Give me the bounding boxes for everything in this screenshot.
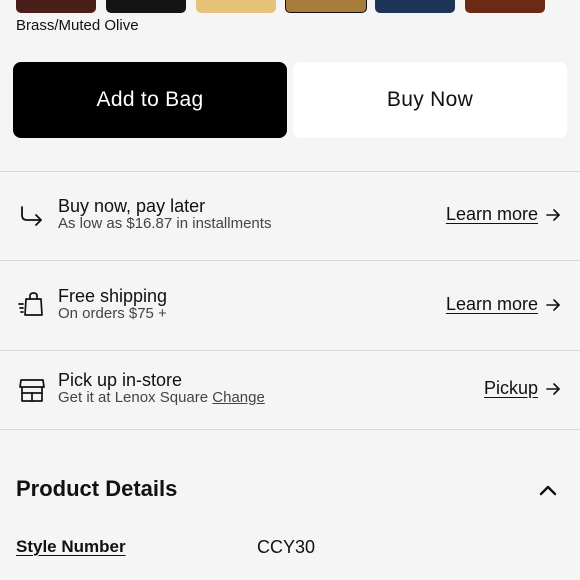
learn-more-label: Learn more [445,294,538,314]
color-swatch[interactable] [196,0,276,13]
learn-more-label: Learn more [445,204,538,224]
pickup-label: Pickup [483,378,538,398]
color-swatch-selected[interactable] [285,0,367,13]
shipping-title: Free shipping [58,286,168,306]
buy-now-button[interactable]: Buy Now [293,62,567,138]
redirect-arrow-icon [21,206,42,226]
pickup-store-text: Get it at Lenox Square [58,389,209,406]
shipping-learn-more-link[interactable]: Learn more [446,294,560,315]
divider [0,429,580,430]
divider [0,171,580,172]
shopping-bag-icon [18,292,43,316]
arrow-right-icon [546,298,560,311]
pickup-subtitle: Get it at Lenox Square Change [58,389,265,406]
color-swatch[interactable] [106,0,186,13]
add-to-bag-button[interactable]: Add to Bag [13,62,287,138]
color-swatches [0,0,580,14]
store-icon [19,379,45,402]
shipping-subtitle: On orders $75 + [58,305,167,322]
style-number-label: Style Number [16,537,126,556]
installments-learn-more-link[interactable]: Learn more [446,204,560,225]
color-swatch[interactable] [465,0,545,13]
change-store-link[interactable]: Change [212,389,265,406]
arrow-right-icon [546,208,560,221]
pickup-title: Pick up in-store [58,370,183,390]
color-swatch[interactable] [16,0,96,13]
divider [0,260,580,261]
selected-color-label: Brass/Muted Olive [16,17,139,34]
installments-subtitle: As low as $16.87 in installments [58,215,272,232]
installments-title: Buy now, pay later [58,196,206,216]
style-number-value: CCY30 [257,537,316,557]
pickup-link[interactable]: Pickup [484,378,560,399]
chevron-up-icon[interactable] [538,480,558,500]
arrow-right-icon [546,382,560,395]
color-swatch[interactable] [375,0,455,13]
divider [0,350,580,351]
product-details-title: Product Details [16,476,178,501]
